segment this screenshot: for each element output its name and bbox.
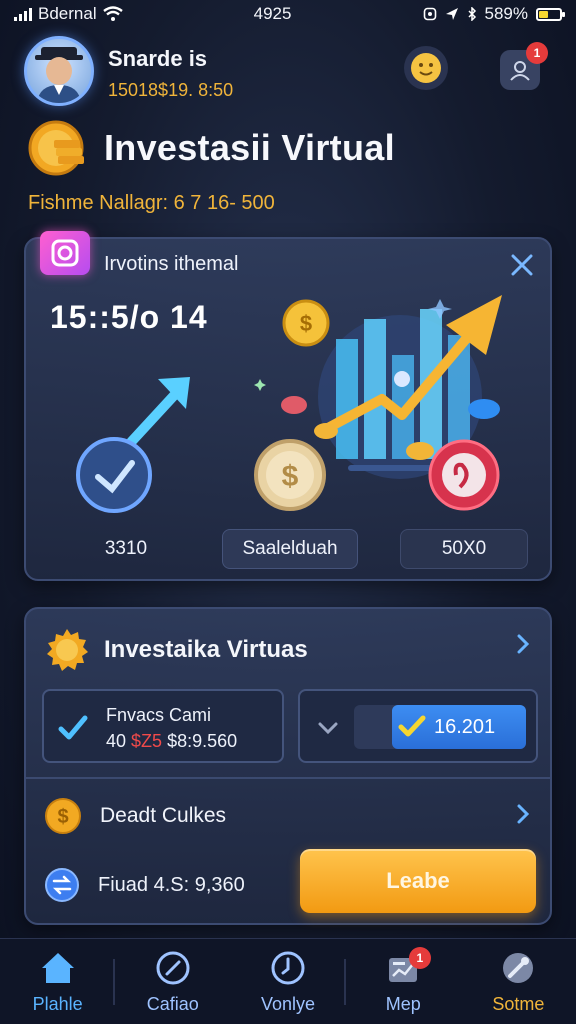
account-button[interactable]: 1	[500, 42, 548, 90]
svg-text:$: $	[282, 460, 299, 493]
nav-settings[interactable]: Sotme	[461, 939, 576, 1024]
allocation-number: 16.201	[434, 715, 496, 738]
fund-count: 40	[106, 731, 127, 751]
settings-icon	[503, 953, 534, 983]
nav-label: Plahle	[32, 994, 83, 1014]
nav-history[interactable]: Vonlye	[230, 939, 346, 1024]
dollar-coin-icon: $	[282, 299, 330, 347]
allocation-box[interactable]: 16.201	[298, 689, 538, 763]
compass-icon	[156, 951, 190, 985]
signal-icon	[14, 7, 32, 21]
virtual-investment-card: Investaika Virtuas Fnvacs Cami 40 $Z5 $8…	[24, 607, 552, 925]
status-bar: Bdernal 4925 589%	[0, 0, 576, 28]
fund-label: Fnvacs Cami	[106, 705, 212, 725]
page-title: Investasii Virtual	[104, 127, 395, 168]
page-subtitle: Fishme Nallagr: 6 7 16- 500	[28, 192, 275, 214]
dollar-badge-icon: $	[254, 439, 326, 511]
home-icon	[41, 953, 74, 983]
user-name: Snarde is	[108, 46, 208, 71]
battery-level	[538, 10, 548, 18]
nav-label: Cafiao	[146, 994, 199, 1014]
svg-text:$: $	[300, 311, 312, 336]
stat-returns: 3310	[104, 538, 148, 559]
user-portrait-icon	[35, 47, 83, 103]
mood-button[interactable]	[404, 46, 448, 90]
nav-badge: 1	[408, 947, 431, 969]
notification-badge: 1	[526, 42, 548, 64]
deposit-title: Deadt Culkes	[100, 804, 227, 827]
nav-label: Vonlye	[260, 994, 316, 1014]
user-icon	[510, 61, 530, 81]
coin-stack-icon	[28, 120, 84, 176]
investment-overview-card: Irvotins ithemal 15::5/o 14 $ $ 3310 Saa…	[24, 231, 552, 581]
allocation-value: 16.201	[392, 705, 526, 749]
close-icon[interactable]	[508, 251, 536, 279]
clock-icon	[271, 951, 305, 985]
check-circle-icon	[76, 437, 152, 513]
exchange-icon	[45, 868, 79, 902]
bottom-nav: Plahle Cafiao Vonlye 1 Mep Sotme	[0, 938, 576, 1024]
card-title: Irvotins ithemal	[104, 253, 239, 275]
fund-summary-box[interactable]: Fnvacs Cami 40 $Z5 $8:9.560	[42, 689, 284, 763]
fund-row: Fiuad 4.S: 9,360	[44, 867, 245, 903]
avatar[interactable]	[24, 36, 94, 106]
bluetooth-icon	[467, 7, 476, 21]
user-balance: 15018$19. 8:50	[108, 80, 234, 100]
chevron-down-icon	[318, 722, 338, 735]
nav-explore[interactable]: Cafiao	[115, 939, 230, 1024]
fund-amount: $8:9.560	[167, 731, 238, 751]
nav-label: Mep	[385, 994, 421, 1014]
divider	[26, 777, 550, 779]
smiley-icon	[411, 53, 441, 83]
nav-label: Sotme	[492, 994, 545, 1014]
fund-values: 40 $Z5 $8:9.560	[106, 731, 237, 752]
check-badge-icon	[398, 715, 426, 737]
check-icon	[58, 715, 88, 740]
chevron-right-icon[interactable]	[512, 633, 534, 655]
chevron-right-icon[interactable]	[512, 803, 534, 825]
clock-time: 4925	[253, 4, 292, 23]
carrier-label: Bdernal	[38, 4, 97, 23]
stat-multiplier: 50X0	[400, 529, 528, 569]
battery-percent: 589%	[484, 4, 528, 23]
wifi-icon	[102, 6, 123, 21]
red-coin-icon	[428, 439, 500, 511]
coin-icon: $	[45, 798, 81, 834]
camera-icon	[40, 231, 90, 275]
battery-icon	[535, 7, 565, 21]
svg-text:$: $	[57, 806, 68, 828]
growth-illustration: $ $	[76, 295, 502, 513]
stat-status[interactable]: Saalelduah	[222, 529, 358, 569]
nav-messages[interactable]: 1 Mep	[346, 939, 461, 1024]
title-row: Investasii Virtual	[26, 118, 395, 178]
alarm-icon	[423, 7, 436, 21]
location-icon	[445, 8, 458, 20]
deposit-row[interactable]: $ Deadt Culkes	[44, 797, 226, 835]
fund-change: $Z5	[131, 731, 163, 751]
section-title: Investaika Virtuas	[104, 636, 308, 663]
gear-coin-icon	[47, 629, 88, 671]
fund-text: Fiuad 4.S: 9,360	[98, 873, 245, 896]
primary-action-button[interactable]: Leabe	[300, 849, 536, 913]
nav-home[interactable]: Plahle	[0, 939, 116, 1024]
